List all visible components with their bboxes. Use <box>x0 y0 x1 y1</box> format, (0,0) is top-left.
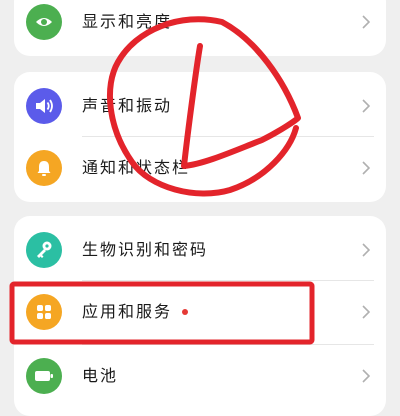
divider <box>82 136 374 137</box>
notification-dot <box>182 309 188 315</box>
speaker-icon <box>26 88 62 124</box>
settings-card-security: 生物识别和密码 应用和服务 电池 <box>14 216 386 416</box>
settings-item-display[interactable]: 显示和亮度 <box>14 0 386 52</box>
chevron-right-icon <box>362 243 370 257</box>
chevron-right-icon <box>362 161 370 175</box>
eye-icon <box>26 4 62 40</box>
chevron-right-icon <box>362 369 370 383</box>
settings-item-biometrics[interactable]: 生物识别和密码 <box>14 220 386 280</box>
settings-item-label: 生物识别和密码 <box>82 240 209 259</box>
divider <box>82 344 374 345</box>
settings-item-label: 电池 <box>82 366 119 385</box>
settings-item-sound[interactable]: 声音和振动 <box>14 76 386 136</box>
settings-item-apps[interactable]: 应用和服务 <box>14 282 386 342</box>
chevron-right-icon <box>362 15 370 29</box>
battery-icon <box>26 358 62 394</box>
settings-item-label: 应用和服务 <box>82 302 173 321</box>
settings-item-notifications[interactable]: 通知和状态栏 <box>14 138 386 198</box>
chevron-right-icon <box>362 99 370 113</box>
key-icon <box>26 232 62 268</box>
settings-item-label: 显示和亮度 <box>82 12 173 31</box>
settings-card-sound: 声音和振动 通知和状态栏 <box>14 72 386 202</box>
settings-item-label: 通知和状态栏 <box>82 158 191 177</box>
settings-item-label: 声音和振动 <box>82 96 173 115</box>
settings-card-display: 显示和亮度 <box>14 0 386 56</box>
chevron-right-icon <box>362 305 370 319</box>
divider <box>82 280 374 281</box>
settings-item-battery[interactable]: 电池 <box>14 346 386 406</box>
bell-icon <box>26 150 62 186</box>
apps-icon <box>26 294 62 330</box>
